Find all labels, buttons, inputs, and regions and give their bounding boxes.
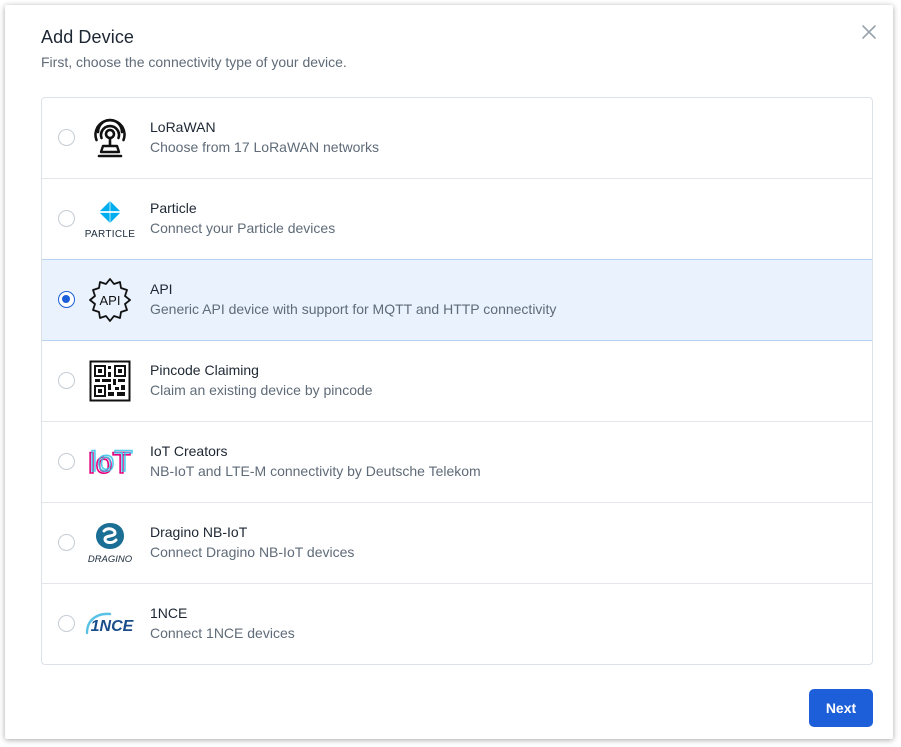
svg-text:API: API xyxy=(100,293,121,308)
dragino-logo-text: DRAGINO xyxy=(88,554,133,565)
particle-logo-text: PARTICLE xyxy=(85,229,135,240)
api-gear-icon: API xyxy=(84,276,136,324)
option-particle[interactable]: PARTICLE Particle Connect your Particle … xyxy=(42,179,872,260)
radio-api[interactable] xyxy=(58,291,75,308)
option-name: Dragino NB-IoT xyxy=(150,524,248,540)
1nce-logo-icon: 1NCE xyxy=(84,600,136,648)
add-device-dialog: Add Device First, choose the connectivit… xyxy=(5,5,893,739)
option-description: Choose from 17 LoRaWAN networks xyxy=(150,139,380,155)
option-description: Connect Dragino NB-IoT devices xyxy=(150,544,355,560)
1nce-logo-text: 1NCE xyxy=(91,618,135,635)
close-icon[interactable] xyxy=(859,22,879,42)
option-description: Generic API device with support for MQTT… xyxy=(150,301,557,317)
option-name: 1NCE xyxy=(150,605,188,621)
radio-lorawan[interactable] xyxy=(58,129,75,146)
particle-logo-icon: PARTICLE xyxy=(84,195,136,243)
radio-pincode-claiming[interactable] xyxy=(58,372,75,389)
dragino-logo-icon: DRAGINO xyxy=(84,519,136,567)
option-dragino-nb-iot[interactable]: DRAGINO Dragino NB-IoT Connect Dragino N… xyxy=(42,503,872,584)
antenna-icon xyxy=(84,114,136,162)
radio-iot-creators[interactable] xyxy=(58,453,75,470)
dialog-subtitle: First, choose the connectivity type of y… xyxy=(41,54,347,70)
radio-1nce[interactable] xyxy=(58,615,75,632)
svg-text:IoT: IoT xyxy=(89,445,132,478)
option-name: Pincode Claiming xyxy=(150,362,259,378)
option-description: Connect your Particle devices xyxy=(150,220,336,236)
option-description: Claim an existing device by pincode xyxy=(150,382,373,398)
qr-code-icon xyxy=(84,357,136,405)
next-button[interactable]: Next xyxy=(809,689,873,727)
option-name: Particle xyxy=(150,200,197,216)
option-api[interactable]: API API Generic API device with support … xyxy=(42,259,872,341)
option-name: IoT Creators xyxy=(150,443,228,459)
option-name: API xyxy=(150,281,173,297)
option-pincode-claiming[interactable]: Pincode Claiming Claim an existing devic… xyxy=(42,341,872,422)
option-name: LoRaWAN xyxy=(150,119,216,135)
option-lorawan[interactable]: LoRaWAN Choose from 17 LoRaWAN networks xyxy=(42,98,872,179)
radio-dragino-nb-iot[interactable] xyxy=(58,534,75,551)
dialog-title: Add Device xyxy=(41,27,135,47)
option-description: NB-IoT and LTE-M connectivity by Deutsch… xyxy=(150,463,481,479)
connectivity-options-list: LoRaWAN Choose from 17 LoRaWAN networks … xyxy=(41,97,873,665)
radio-particle[interactable] xyxy=(58,210,75,227)
option-description: Connect 1NCE devices xyxy=(150,625,295,641)
iot-creators-logo-icon: IoT IoT xyxy=(84,438,136,486)
option-1nce[interactable]: 1NCE 1NCE Connect 1NCE devices xyxy=(42,584,872,664)
option-iot-creators[interactable]: IoT IoT IoT Creators NB-IoT and LTE-M co… xyxy=(42,422,872,503)
